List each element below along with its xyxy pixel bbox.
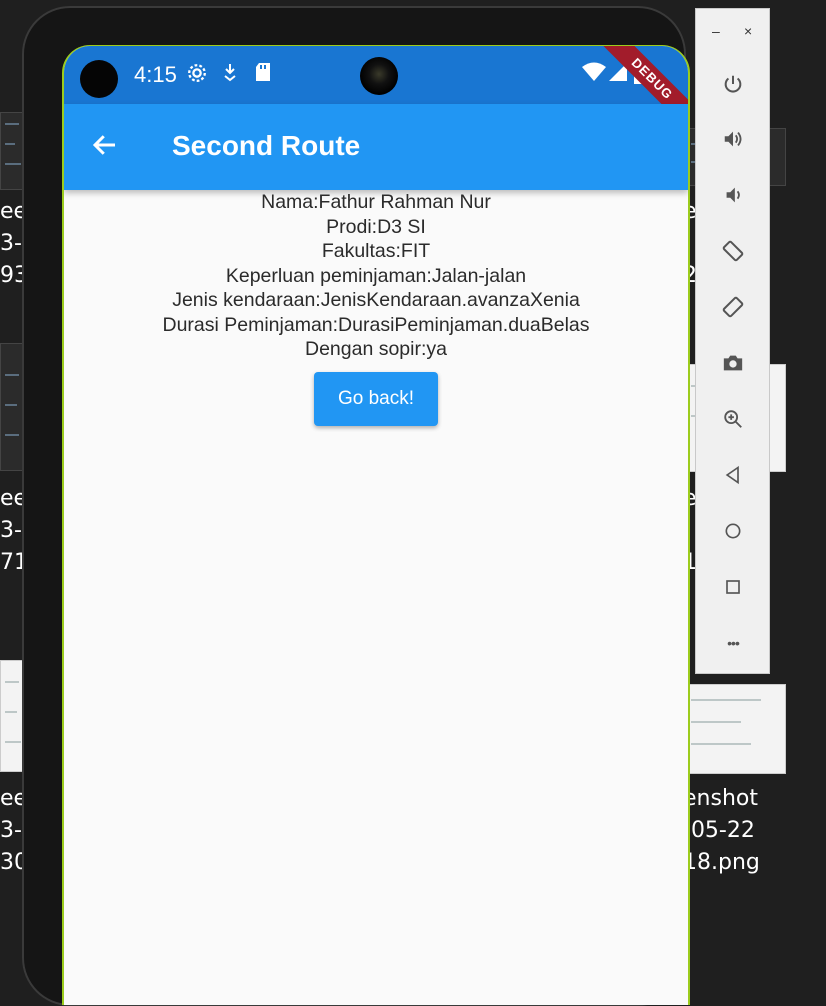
back-icon[interactable] [718,460,748,490]
arrow-back-icon[interactable] [90,130,122,162]
rental-details: Nama:Fathur Rahman Nur Prodi:D3 SI Fakul… [64,190,688,426]
power-icon[interactable] [718,69,748,99]
status-bar: 4:15 DEBUG [64,46,688,137]
go-back-button[interactable]: Go back! [313,371,439,426]
phone-screen: 4:15 DEBUG Second Route Nama:Fathur Rahm… [62,45,690,1005]
front-camera [360,57,398,95]
home-icon[interactable] [718,516,748,546]
settings-icon [186,62,208,90]
detail-sopir: Dengan sopir:ya [304,338,447,360]
detail-fakultas: Fakultas:FIT [321,240,431,262]
minimize-button[interactable]: – [712,23,720,39]
rotate-right-icon[interactable] [718,292,748,322]
detail-prodi: Prodi:D3 SI [326,215,426,238]
detail-nama: Nama:Fathur Rahman Nur [261,191,491,213]
status-time: 4:15 [134,62,177,87]
wifi-icon [582,62,606,88]
overview-icon[interactable] [718,572,748,602]
download-icon [222,62,238,88]
screenshot-icon[interactable] [718,348,748,378]
volume-down-icon[interactable] [718,180,748,210]
close-button[interactable]: × [744,23,752,39]
sd-card-icon [254,62,272,88]
desktop-thumbnail[interactable] [686,684,786,774]
detail-jenis-kendaraan: Jenis kendaraan:JenisKendaraan.avanzaXen… [172,289,580,311]
rotate-left-icon[interactable] [718,236,748,266]
more-icon[interactable]: ••• [718,628,748,658]
emulator-toolbar: – × ••• [695,8,770,674]
camera-cutout [80,60,118,98]
volume-up-icon[interactable] [718,124,748,154]
detail-keperluan: Keperluan peminjaman:Jalan-jalan [225,264,527,287]
page-title: Second Route [172,130,361,161]
detail-durasi: Durasi Peminjaman:DurasiPeminjaman.duaBe… [162,313,590,336]
desktop-file-label: enshot -05-22 18.png [683,786,760,875]
zoom-icon[interactable] [718,404,748,434]
app-bar: Second Route [64,104,688,190]
